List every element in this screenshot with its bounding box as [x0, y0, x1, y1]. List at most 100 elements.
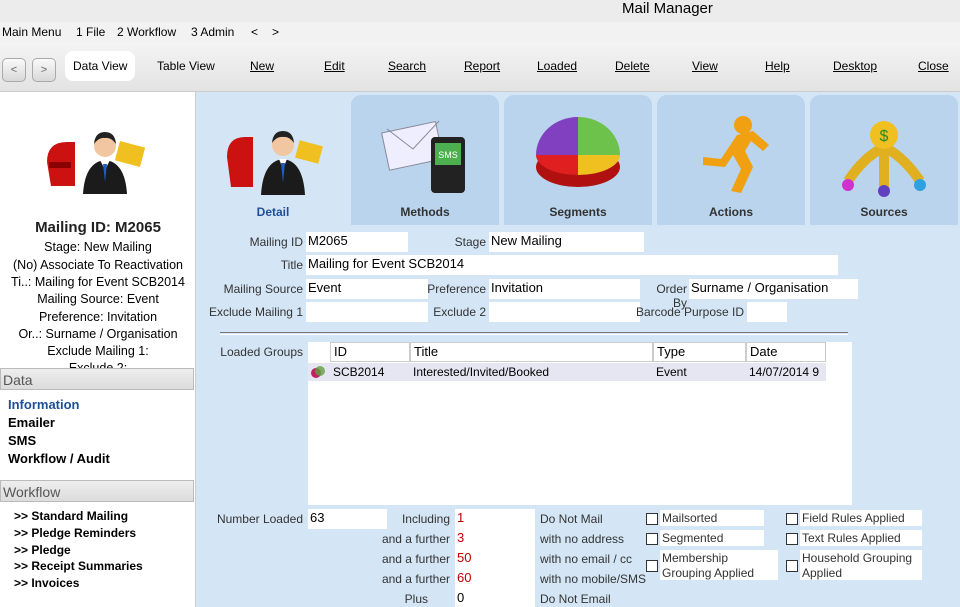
row-type: Event [656, 365, 687, 379]
title-field[interactable]: Mailing for Event SCB2014 [306, 255, 838, 275]
including-desc: Do Not Mail [540, 512, 603, 526]
workflow-pledge[interactable]: >> Pledge [14, 543, 71, 557]
back-button[interactable]: < [2, 58, 26, 82]
col-title-header[interactable]: Title [410, 342, 653, 362]
mailing-source-field[interactable]: Event [306, 279, 428, 299]
preference-label: Preference [427, 282, 486, 296]
table-row[interactable]: SCB2014 Interested/Invited/Booked Event … [308, 363, 826, 381]
plus-value[interactable]: 0 [455, 589, 535, 607]
field-rules-checkbox[interactable] [786, 513, 798, 525]
exclude2-label: Exclude 2 [433, 305, 486, 319]
view-button[interactable]: View [692, 59, 718, 73]
loaded-groups-label: Loaded Groups [220, 345, 303, 359]
mailing-id-field[interactable]: M2065 [306, 232, 408, 252]
loaded-button[interactable]: Loaded [537, 59, 577, 73]
col-type-header[interactable]: Type [653, 342, 746, 362]
summary-title: Ti..: Mailing for Event SCB2014 [11, 275, 185, 289]
tab-segments-label: Segments [549, 205, 607, 219]
new-button[interactable]: New [250, 59, 274, 73]
mailsorted-checkbox[interactable] [646, 513, 658, 525]
window-title: Mail Manager [622, 0, 713, 17]
segmented-label: Segmented [660, 530, 764, 546]
nav-information[interactable]: Information [8, 397, 80, 412]
tab-detail-label: Detail [256, 205, 290, 219]
loaded-groups-table: ID Title Type Date SCB2014 Interested/In… [308, 342, 852, 505]
exclude2-field[interactable] [489, 302, 640, 322]
svg-text:SMS: SMS [438, 150, 458, 160]
desktop-button[interactable]: Desktop [833, 59, 877, 73]
menu-forward[interactable]: > [272, 25, 279, 39]
nav-emailer[interactable]: Emailer [8, 415, 55, 430]
col-id-header[interactable]: ID [330, 342, 410, 362]
menu-file[interactable]: 1 File [76, 25, 105, 39]
money-sources-icon: $ [842, 121, 926, 197]
detail-person-icon [227, 131, 323, 195]
tab-methods-label: Methods [400, 205, 450, 219]
exclude-mailing1-field[interactable] [306, 302, 428, 322]
nav-workflow-audit[interactable]: Workflow / Audit [8, 451, 110, 466]
further1-desc: with no address [540, 532, 625, 546]
household-grouping-label: Household Grouping Applied [800, 550, 922, 580]
workflow-pledge-reminders[interactable]: >> Pledge Reminders [14, 526, 136, 540]
further1-value[interactable]: 3 [455, 529, 535, 549]
edit-button[interactable]: Edit [324, 59, 345, 73]
order-by-field[interactable]: Surname / Organisation [689, 279, 858, 299]
preference-field[interactable]: Invitation [489, 279, 640, 299]
exclude-mailing1-label: Exclude Mailing 1 [208, 305, 303, 319]
data-section-header[interactable]: Data [0, 368, 194, 390]
household-grouping-checkbox[interactable] [786, 560, 798, 572]
title-label: Title [280, 258, 303, 272]
close-button[interactable]: Close [918, 59, 949, 73]
group-icon [311, 366, 325, 378]
tab-sources-label: Sources [860, 205, 908, 219]
menu-back[interactable]: < [251, 25, 258, 39]
col-date-header[interactable]: Date [746, 342, 826, 362]
segmented-checkbox[interactable] [646, 533, 658, 545]
number-loaded-label: Number Loaded [216, 512, 303, 526]
tab-segments[interactable]: Segments [504, 95, 652, 225]
running-figure-icon [703, 116, 769, 193]
summary-stage: Stage: New Mailing [44, 240, 152, 254]
tab-actions[interactable]: Actions [657, 95, 805, 225]
tab-methods[interactable]: SMS Methods [351, 95, 499, 225]
report-button[interactable]: Report [464, 59, 500, 73]
mailing-source-label: Mailing Source [223, 282, 303, 296]
table-view-button[interactable]: Table View [157, 59, 215, 73]
search-button[interactable]: Search [388, 59, 426, 73]
further2-value[interactable]: 50 [455, 549, 535, 569]
including-label: Including [401, 512, 450, 526]
pie-chart-icon [536, 117, 620, 187]
data-view-button[interactable]: Data View [65, 51, 136, 81]
delete-button[interactable]: Delete [615, 59, 650, 73]
number-loaded-field[interactable]: 63 [308, 509, 387, 529]
field-rules-label: Field Rules Applied [800, 510, 922, 526]
summary-order: Or..: Surname / Organisation [18, 327, 178, 341]
workflow-invoices[interactable]: >> Invoices [14, 576, 79, 590]
summary-preference: Preference: Invitation [38, 310, 158, 324]
workflow-standard-mailing[interactable]: >> Standard Mailing [14, 509, 128, 523]
membership-grouping-checkbox[interactable] [646, 560, 658, 572]
barcode-purpose-field[interactable] [747, 302, 787, 322]
text-rules-checkbox[interactable] [786, 533, 798, 545]
mailing-person-icon [47, 132, 145, 194]
tab-actions-label: Actions [708, 205, 753, 219]
workflow-section-header[interactable]: Workflow [0, 480, 194, 502]
further3-label: and a further [381, 572, 450, 586]
including-value[interactable]: 1 [455, 509, 535, 529]
tab-sources[interactable]: $ Sources [810, 95, 958, 225]
forward-button[interactable]: > [32, 58, 56, 82]
stage-field[interactable]: New Mailing [489, 232, 644, 252]
divider [220, 332, 848, 335]
help-button[interactable]: Help [765, 59, 790, 73]
toolbar: < > Data View Table View New Edit Search… [0, 42, 960, 92]
barcode-purpose-label: Barcode Purpose ID [635, 305, 744, 319]
workflow-receipt-summaries[interactable]: >> Receipt Summaries [14, 559, 143, 573]
menu-workflow[interactable]: 2 Workflow [117, 25, 176, 39]
menu-main[interactable]: Main Menu [2, 25, 61, 39]
summary-source: Mailing Source: Event [37, 292, 159, 306]
row-id: SCB2014 [333, 365, 385, 379]
tab-detail[interactable]: Detail [199, 95, 347, 225]
menu-admin[interactable]: 3 Admin [191, 25, 234, 39]
nav-sms[interactable]: SMS [8, 433, 36, 448]
further3-value[interactable]: 60 [455, 569, 535, 589]
